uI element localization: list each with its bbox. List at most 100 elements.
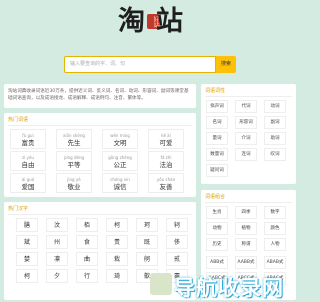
- word-pinyin: píng děng: [63, 155, 85, 160]
- word-pinyin: ài guó: [21, 177, 35, 182]
- hot-words-panel: 热门词语 fù guì 富贵 xiān shēng 先生 wén míng 文明 kě ài…: [4, 113, 196, 197]
- hot-char-link[interactable]: 行: [76, 269, 98, 283]
- hot-word-link[interactable]: gōng zhèng 公正: [102, 151, 138, 171]
- word-text: 自由: [21, 161, 35, 169]
- word-class-link[interactable]: 副词: [264, 116, 286, 129]
- hot-char-link[interactable]: 柯: [106, 218, 128, 232]
- word-category-link[interactable]: 植物: [235, 222, 257, 235]
- word-pinyin: kě ài: [161, 133, 171, 138]
- hot-chars-title: 热门汉字: [8, 206, 29, 212]
- hot-char-link[interactable]: 轲: [166, 218, 188, 232]
- word-text: 先生: [67, 139, 81, 147]
- word-structure-title: 词语组合: [205, 194, 226, 200]
- word-class-link[interactable]: 介词: [235, 132, 257, 145]
- hot-words-title: 热门词语: [8, 117, 29, 123]
- hot-char-link[interactable]: 州: [46, 235, 68, 249]
- hot-char-link[interactable]: 凛: [46, 252, 68, 266]
- word-text: 爱国: [21, 183, 35, 191]
- word-category-link[interactable]: 颜色: [264, 222, 286, 235]
- hot-char-link[interactable]: 斌: [16, 235, 38, 249]
- word-class-panel: 词语词性 拟声词 代词 动词名词 形容词 副词量词 介词 助词数量词 连词 叹词疑问词: [201, 84, 296, 184]
- hot-char-link[interactable]: 膳: [16, 218, 38, 232]
- word-category-link[interactable]: 称谓: [235, 238, 257, 251]
- word-class-link[interactable]: 疑问词: [206, 164, 228, 177]
- hot-char-link[interactable]: 栢: [76, 218, 98, 232]
- word-category-link[interactable]: 数字: [264, 206, 286, 219]
- word-text: 敬业: [67, 183, 81, 191]
- word-category-link[interactable]: 动物: [206, 222, 228, 235]
- word-structure-link[interactable]: ABB式: [206, 256, 228, 269]
- word-text: 平等: [67, 161, 81, 169]
- word-class-link[interactable]: 动词: [264, 100, 286, 113]
- word-category-link[interactable]: 人物: [264, 238, 286, 251]
- hot-char-link[interactable]: 曲: [76, 252, 98, 266]
- search-placeholder: 输入要查询的字、词、句: [70, 61, 126, 67]
- word-pinyin: fù guì: [22, 133, 34, 138]
- word-category-link[interactable]: 四季: [235, 206, 257, 219]
- hot-word-link[interactable]: jìng yè 敬业: [56, 173, 92, 193]
- watermark-url: www.daohangshoulu.com: [176, 296, 228, 301]
- word-class-link[interactable]: 名词: [206, 116, 228, 129]
- word-pinyin: xiān shēng: [63, 133, 85, 138]
- word-class-link[interactable]: 量词: [206, 132, 228, 145]
- hot-char-link[interactable]: 食: [76, 235, 98, 249]
- word-text: 诚信: [113, 183, 127, 191]
- word-text: 公正: [113, 161, 127, 169]
- divider: [8, 125, 192, 126]
- word-pinyin: jìng yè: [67, 177, 81, 182]
- word-class-link[interactable]: 形容词: [235, 116, 257, 129]
- hot-char-link[interactable]: 琦: [106, 269, 128, 283]
- search-bar: 输入要查询的字、词、句 搜索: [64, 56, 236, 73]
- word-text: 文明: [113, 139, 127, 147]
- hot-word-link[interactable]: zì yóu 自由: [10, 151, 46, 171]
- intro-text: 淘站词典收录词语近30万条，提供近义词、反义词、名词、动词、形容词、副词等课堂基…: [8, 89, 189, 101]
- word-structure-link[interactable]: ABAB式: [264, 256, 286, 269]
- hot-char-link[interactable]: 既: [136, 235, 158, 249]
- word-structure-link[interactable]: AABB式: [235, 256, 257, 269]
- logo-char-2: 站: [156, 6, 183, 37]
- hot-word-link[interactable]: yǒu shàn 友善: [148, 173, 184, 193]
- word-class-link[interactable]: 代词: [235, 100, 257, 113]
- intro-panel: 淘站词典收录词语近30万条，提供近义词、反义词、名词、动词、形容词、副词等课堂基…: [4, 84, 196, 108]
- word-class-link[interactable]: 连词: [235, 148, 257, 161]
- word-text: 富贵: [21, 139, 35, 147]
- hot-char-link[interactable]: 栽: [106, 252, 128, 266]
- hot-char-link[interactable]: 夕: [46, 269, 68, 283]
- hot-word-link[interactable]: píng děng 平等: [56, 151, 92, 171]
- word-class-link[interactable]: 拟声词: [206, 100, 228, 113]
- hot-word-link[interactable]: fǎ zhì 法治: [148, 151, 184, 171]
- hot-char-link[interactable]: 婪: [16, 252, 38, 266]
- word-pinyin: yǒu shàn: [156, 177, 176, 182]
- word-pinyin: gōng zhèng: [108, 155, 132, 160]
- hot-word-link[interactable]: xiān shēng 先生: [56, 129, 92, 149]
- word-text: 可爱: [159, 139, 173, 147]
- word-category-link[interactable]: 历史: [206, 238, 228, 251]
- site-logo[interactable]: 淘 好站 站: [118, 4, 188, 44]
- hot-char-link[interactable]: 侈: [166, 235, 188, 249]
- hot-word-link[interactable]: ài guó 爱国: [10, 173, 46, 193]
- hot-word-link[interactable]: chéng xìn 诚信: [102, 173, 138, 193]
- hot-char-link[interactable]: 汶: [46, 218, 68, 232]
- hot-word-link[interactable]: wén míng 文明: [102, 129, 138, 149]
- hot-word-link[interactable]: kě ài 可爱: [148, 129, 184, 149]
- watermark-logo-icon: [150, 273, 172, 295]
- word-class-link[interactable]: 数量词: [206, 148, 228, 161]
- search-input[interactable]: 输入要查询的字、词、句: [64, 56, 216, 73]
- word-class-title: 词语词性: [205, 88, 226, 94]
- search-button[interactable]: 搜索: [216, 56, 236, 73]
- word-pinyin: fǎ zhì: [160, 155, 172, 160]
- word-class-link[interactable]: 助词: [264, 132, 286, 145]
- word-text: 友善: [159, 183, 173, 191]
- hot-char-link[interactable]: 责: [106, 235, 128, 249]
- watermark: 导航收录网 www.daohangshoulu.com: [150, 270, 300, 301]
- hot-char-link[interactable]: 珂: [136, 218, 158, 232]
- word-category-link[interactable]: 生肖: [206, 206, 228, 219]
- word-pinyin: zì yóu: [22, 155, 34, 160]
- hot-word-link[interactable]: fù guì 富贵: [10, 129, 46, 149]
- hot-char-link[interactable]: 贰: [166, 252, 188, 266]
- hot-char-link[interactable]: 柯: [16, 269, 38, 283]
- hot-char-link[interactable]: 舸: [136, 252, 158, 266]
- divider: [205, 96, 292, 97]
- logo-char-1: 淘: [118, 6, 145, 37]
- word-class-link[interactable]: 叹词: [264, 148, 286, 161]
